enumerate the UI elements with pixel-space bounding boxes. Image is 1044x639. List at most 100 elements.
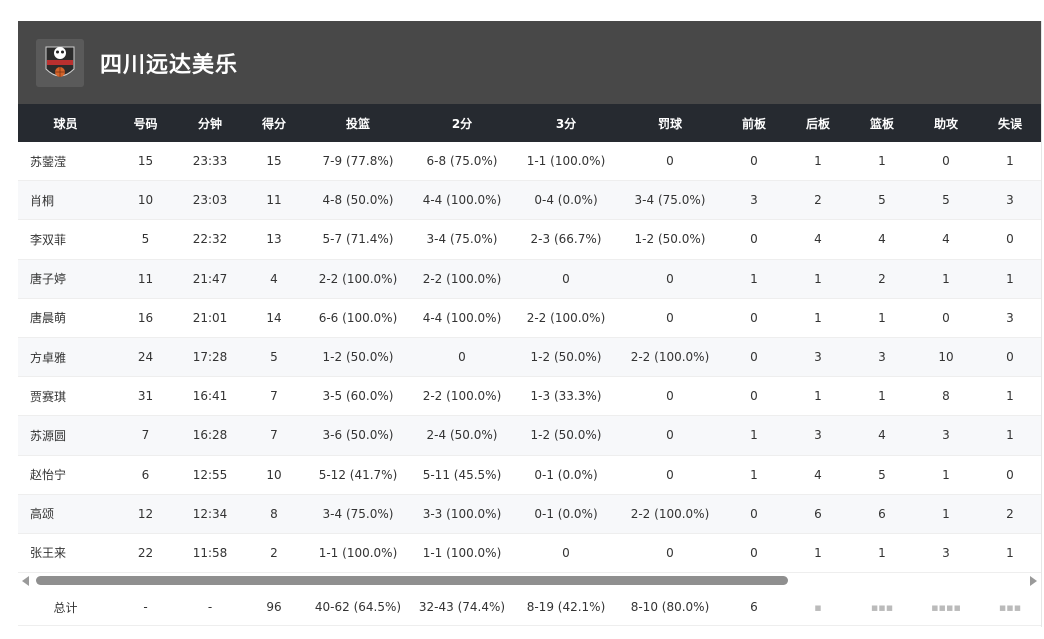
totals-cell: -: [113, 589, 178, 627]
stat-cell: 1-1 (100.0%): [306, 533, 410, 574]
stat-cell: 0: [618, 533, 722, 574]
stat-cell: 1: [786, 376, 850, 417]
stat-cell: 31: [113, 376, 178, 417]
stat-cell: 11: [113, 259, 178, 299]
stat-cell: 1: [786, 142, 850, 182]
stat-cell: 6: [850, 494, 914, 534]
player-name-cell: 唐晨萌: [18, 298, 113, 338]
stat-cell: 1: [786, 298, 850, 338]
stat-cell: 4-4 (100.0%): [410, 180, 514, 221]
totals-cell-obscured: ▪▪▪: [850, 589, 914, 627]
stat-cell: 21:47: [178, 259, 242, 299]
column-header[interactable]: 2分: [410, 104, 514, 142]
column-header[interactable]: 后板: [786, 104, 850, 142]
table-row[interactable]: 方卓雅 24 17:28 5 1-2 (50.0%) 0 1-2 (50.0%) 2-2 (1…: [18, 337, 1041, 378]
table-row[interactable]: 苏源圆 7 16:28 7 3-6 (50.0%) 2-4 (50.0%) 1-2 (50.…: [18, 415, 1041, 456]
column-header[interactable]: 球员: [18, 104, 113, 142]
totals-cell-obscured: ▪: [786, 589, 850, 627]
stat-cell: 7: [113, 415, 178, 456]
stat-cell: 4: [786, 219, 850, 260]
totals-cell: 8-19 (42.1%): [514, 589, 618, 627]
stat-cell: 11:58: [178, 533, 242, 574]
stat-cell: 0: [514, 259, 618, 299]
stat-cell: 0: [722, 298, 786, 338]
totals-cell-obscured: ▪▪▪▪: [914, 589, 978, 627]
table-body: 苏蓥滢 15 23:33 15 7-9 (77.8%) 6-8 (75.0%) 1-1 (1…: [18, 142, 1041, 574]
stat-cell: 5: [850, 455, 914, 495]
stat-cell: 3: [914, 415, 978, 456]
stat-cell: 3: [978, 298, 1041, 338]
scroll-left-arrow-icon[interactable]: [22, 576, 29, 587]
stat-cell: 2-2 (100.0%): [618, 494, 722, 534]
stat-cell: 17:28: [178, 337, 242, 378]
table-row[interactable]: 李双菲 5 22:32 13 5-7 (71.4%) 3-4 (75.0%) 2-3 (66…: [18, 219, 1041, 260]
column-header[interactable]: 失误: [978, 104, 1041, 142]
stat-cell: 1: [978, 415, 1041, 456]
table-row[interactable]: 肖桐 10 23:03 11 4-8 (50.0%) 4-4 (100.0%) 0-4 (0…: [18, 180, 1041, 221]
stat-cell: 4-8 (50.0%): [306, 180, 410, 221]
stat-cell: 5-11 (45.5%): [410, 455, 514, 495]
horizontal-scrollbar[interactable]: [18, 573, 1041, 590]
table-row[interactable]: 唐子婷 11 21:47 4 2-2 (100.0%) 2-2 (100.0%) 0 0 1 1 2…: [18, 259, 1041, 299]
stat-cell: 10: [242, 455, 306, 495]
stat-cell: 0: [722, 142, 786, 182]
column-header[interactable]: 分钟: [178, 104, 242, 142]
column-header[interactable]: 前板: [722, 104, 786, 142]
stat-cell: 3-4 (75.0%): [306, 494, 410, 534]
stat-cell: 1: [722, 259, 786, 299]
stat-cell: 7-9 (77.8%): [306, 142, 410, 182]
column-header[interactable]: 号码: [113, 104, 178, 142]
table-row[interactable]: 贾赛琪 31 16:41 7 3-5 (60.0%) 2-2 (100.0%) 1-3 (3…: [18, 376, 1041, 417]
team-logo: [36, 38, 84, 87]
stat-cell: 1: [978, 142, 1041, 182]
stat-cell: 1: [978, 259, 1041, 299]
basketball-logo-icon: [36, 38, 84, 87]
stat-cell: 0: [978, 337, 1041, 378]
stat-cell: 23:33: [178, 142, 242, 182]
column-header[interactable]: 得分: [242, 104, 306, 142]
stat-cell: 1: [786, 259, 850, 299]
stat-cell: 1: [786, 533, 850, 574]
column-header[interactable]: 3分: [514, 104, 618, 142]
table-row[interactable]: 唐晨萌 16 21:01 14 6-6 (100.0%) 4-4 (100.0%) 2-2 …: [18, 298, 1041, 338]
table-row[interactable]: 张王来 22 11:58 2 1-1 (100.0%) 1-1 (100.0%) 0 0 0 1 1…: [18, 533, 1041, 574]
stat-cell: 6-8 (75.0%): [410, 142, 514, 182]
stat-cell: 1-3 (33.3%): [514, 376, 618, 417]
player-name-cell: 张王来: [18, 533, 113, 574]
column-header[interactable]: 篮板: [850, 104, 914, 142]
stat-cell: 3-3 (100.0%): [410, 494, 514, 534]
column-header[interactable]: 助攻: [914, 104, 978, 142]
stats-panel: 四川远达美乐 球员 号码 分钟 得分 投篮 2分 3分 罚球 前板 后板 篮板 …: [18, 21, 1042, 627]
player-name-cell: 肖桐: [18, 180, 113, 221]
totals-cell-obscured: ▪▪▪: [978, 589, 1041, 627]
stat-cell: 12:34: [178, 494, 242, 534]
stat-cell: 0-4 (0.0%): [514, 180, 618, 221]
stat-cell: 0: [978, 455, 1041, 495]
table-row[interactable]: 赵怡宁 6 12:55 10 5-12 (41.7%) 5-11 (45.5%) 0-1 (…: [18, 455, 1041, 495]
stat-cell: 8: [914, 376, 978, 417]
stat-cell: 10: [914, 337, 978, 378]
stat-cell: 24: [113, 337, 178, 378]
player-name-cell: 苏源圆: [18, 415, 113, 456]
stat-cell: 5: [242, 337, 306, 378]
column-header[interactable]: 投篮: [306, 104, 410, 142]
stat-cell: 3-4 (75.0%): [410, 219, 514, 260]
table-row[interactable]: 苏蓥滢 15 23:33 15 7-9 (77.8%) 6-8 (75.0%) 1-1 (1…: [18, 142, 1041, 182]
stat-cell: 0-1 (0.0%): [514, 494, 618, 534]
scroll-right-arrow-icon[interactable]: [1030, 576, 1037, 587]
stat-cell: 0: [618, 259, 722, 299]
stat-cell: 3: [850, 337, 914, 378]
scrollbar-thumb[interactable]: [36, 576, 788, 586]
table-row[interactable]: 高颂 12 12:34 8 3-4 (75.0%) 3-3 (100.0%) 0-1 (0.…: [18, 494, 1041, 534]
totals-cell: 96: [242, 589, 306, 627]
stat-cell: 3-5 (60.0%): [306, 376, 410, 417]
stat-cell: 2-2 (100.0%): [514, 298, 618, 338]
stat-cell: 5-12 (41.7%): [306, 455, 410, 495]
stat-cell: 15: [242, 142, 306, 182]
stat-cell: 0: [722, 533, 786, 574]
team-name: 四川远达美乐: [100, 52, 239, 78]
stat-cell: 0: [618, 455, 722, 495]
column-header[interactable]: 罚球: [618, 104, 722, 142]
stat-cell: 0-1 (0.0%): [514, 455, 618, 495]
stat-cell: 3: [786, 337, 850, 378]
